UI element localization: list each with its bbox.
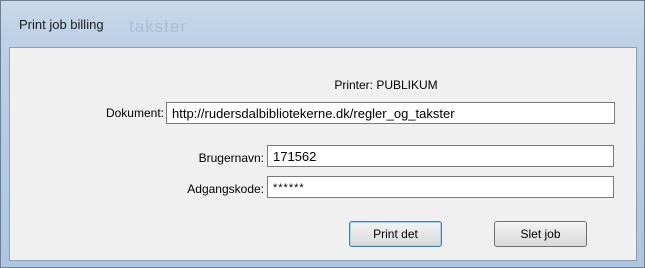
username-label: Brugernavn: (198, 151, 264, 165)
print-job-billing-window: takster Print job billing Printer: PUBLI… (0, 0, 645, 268)
password-field[interactable] (267, 176, 614, 198)
document-field[interactable] (166, 102, 615, 124)
username-field[interactable] (267, 145, 614, 167)
title-ghost-text: takster (129, 17, 188, 36)
title-bar[interactable]: takster Print job billing (9, 7, 636, 47)
password-label: Adgangskode: (187, 182, 264, 196)
window-title: Print job billing (19, 17, 104, 32)
document-label: Dokument: (105, 106, 164, 120)
delete-job-button[interactable]: Slet job (494, 221, 587, 247)
printer-name-label: Printer: PUBLIKUM (334, 78, 438, 92)
print-button[interactable]: Print det (349, 221, 442, 247)
dialog-body: Printer: PUBLIKUM Dokument: Brugernavn: … (9, 47, 637, 261)
